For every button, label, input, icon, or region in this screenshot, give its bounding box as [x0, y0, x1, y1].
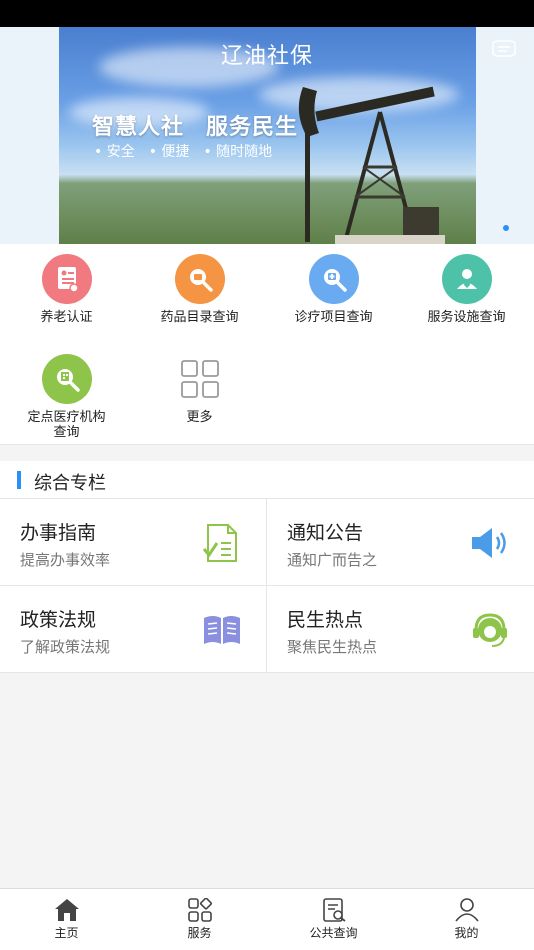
tab-public-search[interactable]: 公共查询: [267, 889, 400, 950]
feature-3: • 随时随地: [203, 144, 273, 160]
status-bar: [0, 0, 534, 27]
message-icon[interactable]: [492, 40, 516, 60]
tab-profile[interactable]: 我的: [400, 889, 533, 950]
banner-slogan: 智慧人社 服务民生: [92, 109, 320, 141]
certificate-icon: [41, 254, 92, 304]
service-label: 养老认证: [40, 310, 93, 325]
card-subtitle: 了解政策法规: [20, 638, 111, 656]
home-icon: [54, 899, 79, 921]
service-label: 药品目录查询: [160, 310, 239, 325]
pumpjack-image: [298, 86, 445, 244]
feature-1: • 安全: [94, 144, 135, 160]
tab-label: 我的: [454, 926, 479, 940]
service-label: 更多: [186, 410, 213, 425]
slogan-1: 智慧人社: [92, 115, 185, 140]
section-title: 综合专栏: [34, 473, 106, 494]
card-title: 办事指南: [20, 522, 97, 544]
service-label: 诊疗项目查询: [294, 310, 373, 325]
card-title: 政策法规: [20, 609, 97, 631]
book-icon: [204, 616, 240, 644]
hospital-search-icon: [41, 354, 92, 404]
headset-icon: [473, 613, 507, 647]
card-subtitle: 提高办事效率: [20, 551, 111, 569]
more-grid-icon: [175, 354, 225, 404]
tab-label: 公共查询: [309, 926, 358, 940]
service-label: 服务设施查询: [427, 310, 506, 325]
card-announcements[interactable]: 通知公告 通知广而告之: [267, 499, 534, 586]
tab-services[interactable]: 服务: [133, 889, 266, 950]
service-pension-auth[interactable]: 养老认证: [0, 254, 133, 325]
service-label: 定点医疗机构查询: [27, 410, 106, 440]
card-subtitle: 聚焦民生热点: [287, 638, 378, 656]
services-icon: [187, 898, 212, 922]
card-title: 通知公告: [287, 522, 364, 544]
profile-icon: [454, 898, 479, 922]
tab-label: 服务: [187, 926, 212, 940]
card-title: 民生热点: [287, 609, 364, 631]
section-header: 综合专栏: [0, 461, 534, 499]
section-divider: [0, 444, 534, 461]
feature-2: • 便捷: [148, 144, 190, 160]
speaker-icon: [472, 528, 506, 558]
featured-section: 综合专栏 办事指南 提高办事效率 通知公告 通知广而告之 政策法规 了解政策法规: [0, 461, 534, 673]
service-more[interactable]: 更多: [133, 354, 266, 425]
service-facilities[interactable]: 服务设施查询: [400, 254, 533, 325]
app-title: 辽油社保: [220, 44, 313, 69]
tab-label: 主页: [54, 926, 79, 940]
card-hot-topics[interactable]: 民生热点 聚焦民生热点: [267, 586, 534, 673]
card-service-guide[interactable]: 办事指南 提高办事效率: [0, 499, 267, 586]
checklist-icon: [202, 524, 237, 562]
card-subtitle: 通知广而告之: [287, 551, 378, 569]
card-policies[interactable]: 政策法规 了解政策法规: [0, 586, 267, 673]
service-treatment-items[interactable]: 诊疗项目查询: [267, 254, 400, 325]
service-designated-hospitals[interactable]: 定点医疗机构查询: [0, 354, 133, 440]
drug-search-icon: [174, 254, 225, 304]
public-search-icon: [322, 898, 346, 922]
slogan-2: 服务民生: [206, 115, 299, 140]
banner-features: • 安全 • 便捷 • 随时随地: [94, 141, 286, 161]
carousel-dot[interactable]: [503, 225, 509, 231]
service-grid: 养老认证 药品目录查询 诊疗项目查询 服务设施查询 定点医疗机构查询 更多: [0, 244, 534, 444]
bottom-tab-bar: 主页 服务 公共查询 我的: [0, 888, 534, 950]
service-drug-catalog[interactable]: 药品目录查询: [133, 254, 266, 325]
tab-home[interactable]: 主页: [0, 889, 133, 950]
caregiver-icon: [441, 254, 492, 304]
medical-search-icon: [308, 254, 359, 304]
section-accent-bar: [17, 471, 21, 489]
